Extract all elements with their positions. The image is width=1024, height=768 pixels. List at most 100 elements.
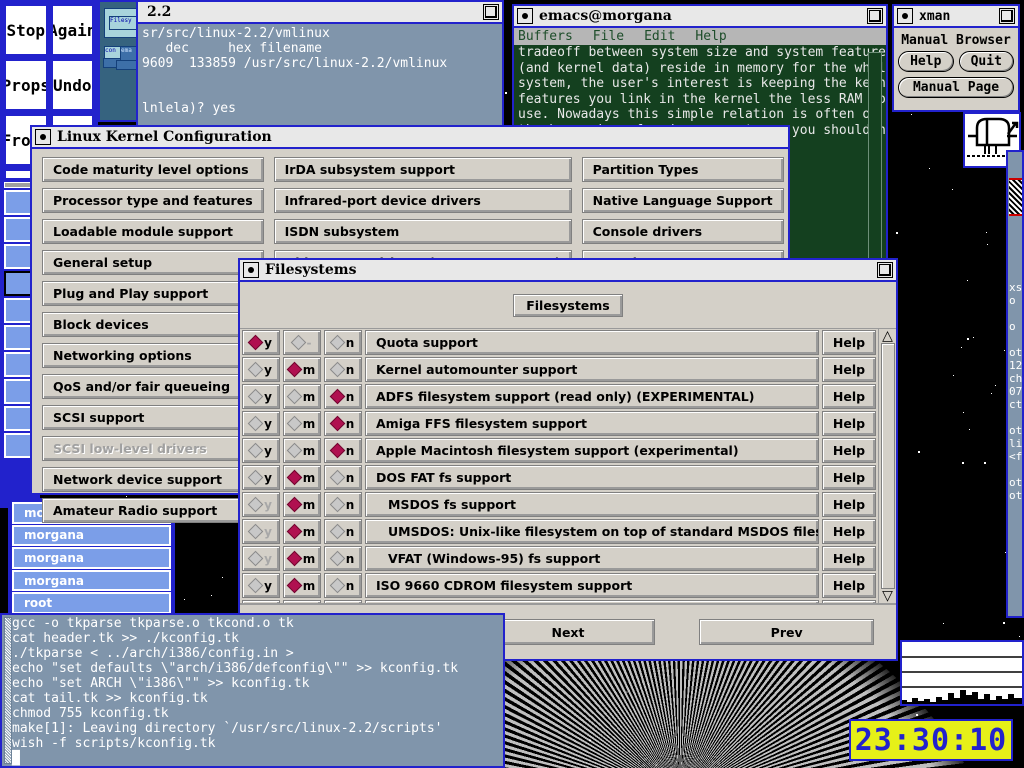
help-button[interactable]: Help bbox=[822, 519, 876, 544]
kernel-menu-button[interactable]: SCSI support bbox=[42, 405, 264, 430]
list-item[interactable]: morgana bbox=[12, 547, 171, 569]
radio-no[interactable]: n bbox=[324, 492, 362, 517]
terminal-window-top[interactable]: 2.2 sr/src/linux-2.2/vmlinux dec hex fil… bbox=[136, 0, 504, 130]
radio-yes[interactable]: y bbox=[242, 330, 280, 355]
menu-icon[interactable] bbox=[243, 262, 259, 278]
radio-label: m bbox=[302, 389, 316, 404]
emacs-menubar[interactable]: Buffers File Edit Help bbox=[514, 28, 886, 45]
radio-yes[interactable]: y bbox=[242, 357, 280, 382]
kernel-menu-button[interactable]: Partition Types bbox=[581, 157, 784, 182]
kernel-menu-button[interactable]: Plug and Play support bbox=[42, 281, 264, 306]
titlebar[interactable]: Linux Kernel Configuration bbox=[32, 127, 788, 149]
radio-yes[interactable]: y bbox=[242, 384, 280, 409]
next-button[interactable]: Next bbox=[480, 619, 656, 645]
radio-diamond-icon bbox=[329, 496, 345, 513]
help-button[interactable]: Help bbox=[898, 51, 954, 72]
radio-no[interactable]: n bbox=[324, 438, 362, 463]
help-button[interactable]: Help bbox=[822, 384, 876, 409]
menu-icon[interactable] bbox=[35, 129, 51, 145]
radio-module[interactable]: m bbox=[283, 546, 321, 571]
quit-button[interactable]: Quit bbox=[958, 51, 1014, 72]
radio-diamond-icon bbox=[247, 550, 264, 567]
help-button[interactable]: Help bbox=[822, 411, 876, 436]
vertical-scrollbar[interactable]: △ ▽ bbox=[878, 329, 896, 603]
maximize-icon[interactable] bbox=[877, 262, 893, 278]
radio-module[interactable]: m bbox=[283, 438, 321, 463]
titlebar[interactable]: Filesystems bbox=[240, 260, 896, 282]
right-edge-terminal[interactable]: xs o o ot 12 ch 07 ct ot lis <f ot ot bbox=[1006, 150, 1024, 618]
radio-no[interactable]: n bbox=[324, 357, 362, 382]
menu-edit[interactable]: Edit bbox=[644, 29, 675, 44]
key-again[interactable]: Again bbox=[50, 4, 94, 56]
maximize-icon[interactable] bbox=[483, 4, 499, 20]
kernel-menu-button[interactable]: Network device support bbox=[42, 467, 264, 492]
titlebar[interactable]: xman bbox=[894, 6, 1018, 28]
prev-button[interactable]: Prev bbox=[699, 619, 875, 645]
terminal-scrollbar[interactable] bbox=[4, 617, 12, 764]
radio-module[interactable]: m bbox=[283, 384, 321, 409]
maximize-icon[interactable] bbox=[999, 8, 1015, 24]
maximize-icon[interactable] bbox=[867, 8, 883, 24]
help-button[interactable]: Help bbox=[822, 546, 876, 571]
radio-no[interactable]: n bbox=[324, 411, 362, 436]
kernel-menu-button[interactable]: Native Language Support bbox=[581, 188, 784, 213]
kernel-menu-button[interactable]: ISDN subsystem bbox=[273, 219, 572, 244]
radio-module[interactable]: m bbox=[283, 411, 321, 436]
list-item[interactable]: morgana bbox=[12, 569, 171, 592]
radio-no[interactable]: n bbox=[324, 384, 362, 409]
xman-window[interactable]: xman Manual Browser Help Quit Manual Pag… bbox=[892, 4, 1020, 112]
kernel-menu-button[interactable]: Processor type and features bbox=[42, 188, 264, 213]
help-button[interactable]: Help bbox=[822, 465, 876, 490]
kernel-menu-button[interactable]: Loadable module support bbox=[42, 219, 264, 244]
radio-yes[interactable]: y bbox=[242, 573, 280, 598]
menu-file[interactable]: File bbox=[593, 29, 624, 44]
help-button[interactable]: Help bbox=[822, 492, 876, 517]
load-graph[interactable] bbox=[900, 640, 1024, 706]
radio-yes[interactable]: y bbox=[242, 438, 280, 463]
key-props[interactable]: Props bbox=[4, 59, 48, 111]
scroll-down-arrow[interactable]: ▽ bbox=[882, 589, 893, 603]
radio-yes[interactable]: y bbox=[242, 465, 280, 490]
radio-yes[interactable]: y bbox=[242, 411, 280, 436]
kernel-menu-button[interactable]: Amateur Radio support bbox=[42, 498, 264, 523]
help-button[interactable]: Help bbox=[822, 330, 876, 355]
option-label: MSDOS fs support bbox=[365, 492, 819, 517]
help-button[interactable]: Help bbox=[822, 357, 876, 382]
radio-module[interactable]: m bbox=[283, 357, 321, 382]
radio-no[interactable]: n bbox=[324, 465, 362, 490]
radio-module[interactable]: m bbox=[283, 492, 321, 517]
key-undo[interactable]: Undo bbox=[50, 59, 94, 111]
titlebar[interactable]: 2.2 bbox=[138, 2, 502, 24]
kernel-menu-button[interactable]: Code maturity level options bbox=[42, 157, 264, 182]
menu-icon[interactable] bbox=[517, 8, 533, 24]
menu-icon[interactable] bbox=[897, 8, 913, 24]
radio-no[interactable]: n bbox=[324, 519, 362, 544]
filesystems-window[interactable]: Filesystems Filesystems y - n Quota support… bbox=[238, 258, 898, 661]
kernel-menu-button[interactable]: IrDA subsystem support bbox=[273, 157, 572, 182]
radio-no[interactable]: n bbox=[324, 546, 362, 571]
titlebar[interactable]: emacs@morgana bbox=[514, 6, 886, 28]
terminal-window-bottom[interactable]: gcc -o tkparse tkparse.o tkcond.o tk cat… bbox=[0, 613, 505, 768]
menu-buffers[interactable]: Buffers bbox=[518, 29, 573, 44]
menu-help[interactable]: Help bbox=[695, 29, 726, 44]
kernel-menu-button[interactable]: Block devices bbox=[42, 312, 264, 337]
kernel-menu-button[interactable]: Networking options bbox=[42, 343, 264, 368]
scrollbar-thumb[interactable] bbox=[880, 343, 895, 589]
radio-module[interactable]: m bbox=[283, 465, 321, 490]
kernel-menu-button[interactable]: Console drivers bbox=[581, 219, 784, 244]
key-stop[interactable]: Stop bbox=[4, 4, 48, 56]
list-item[interactable]: root bbox=[12, 592, 171, 614]
radio-no[interactable]: n bbox=[324, 573, 362, 598]
radio-no[interactable]: n bbox=[324, 330, 362, 355]
help-button[interactable]: Help bbox=[822, 573, 876, 598]
radio-module[interactable]: m bbox=[283, 519, 321, 544]
kernel-menu-button[interactable]: General setup bbox=[42, 250, 264, 275]
kernel-menu-button[interactable]: QoS and/or fair queueing bbox=[42, 374, 264, 399]
scroll-up-arrow[interactable]: △ bbox=[882, 329, 893, 343]
xman-heading: Manual Browser bbox=[901, 33, 1011, 48]
manual-page-button[interactable]: Manual Page bbox=[898, 77, 1014, 98]
pager-mini-window[interactable] bbox=[116, 60, 138, 70]
kernel-menu-button[interactable]: Infrared-port device drivers bbox=[273, 188, 572, 213]
radio-module[interactable]: m bbox=[283, 573, 321, 598]
help-button[interactable]: Help bbox=[822, 438, 876, 463]
